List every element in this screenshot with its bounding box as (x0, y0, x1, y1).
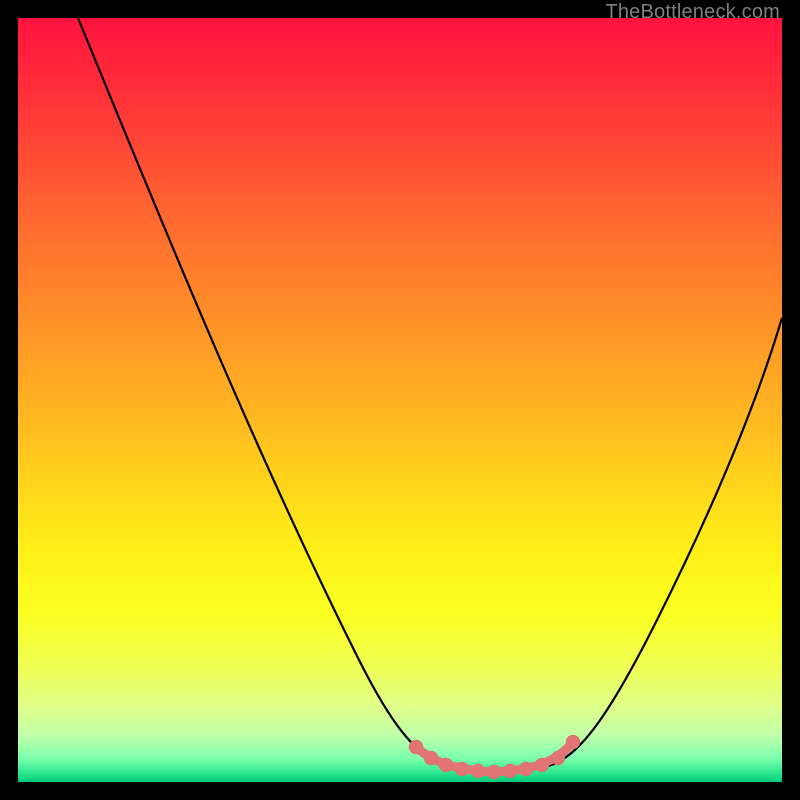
curve-left-arm (78, 18, 448, 766)
plot-area (18, 18, 782, 782)
curve-right-arm (548, 318, 782, 766)
chart-frame: TheBottleneck.com (0, 0, 800, 800)
watermark-text: TheBottleneck.com (605, 1, 780, 24)
bottleneck-curve (18, 18, 782, 782)
